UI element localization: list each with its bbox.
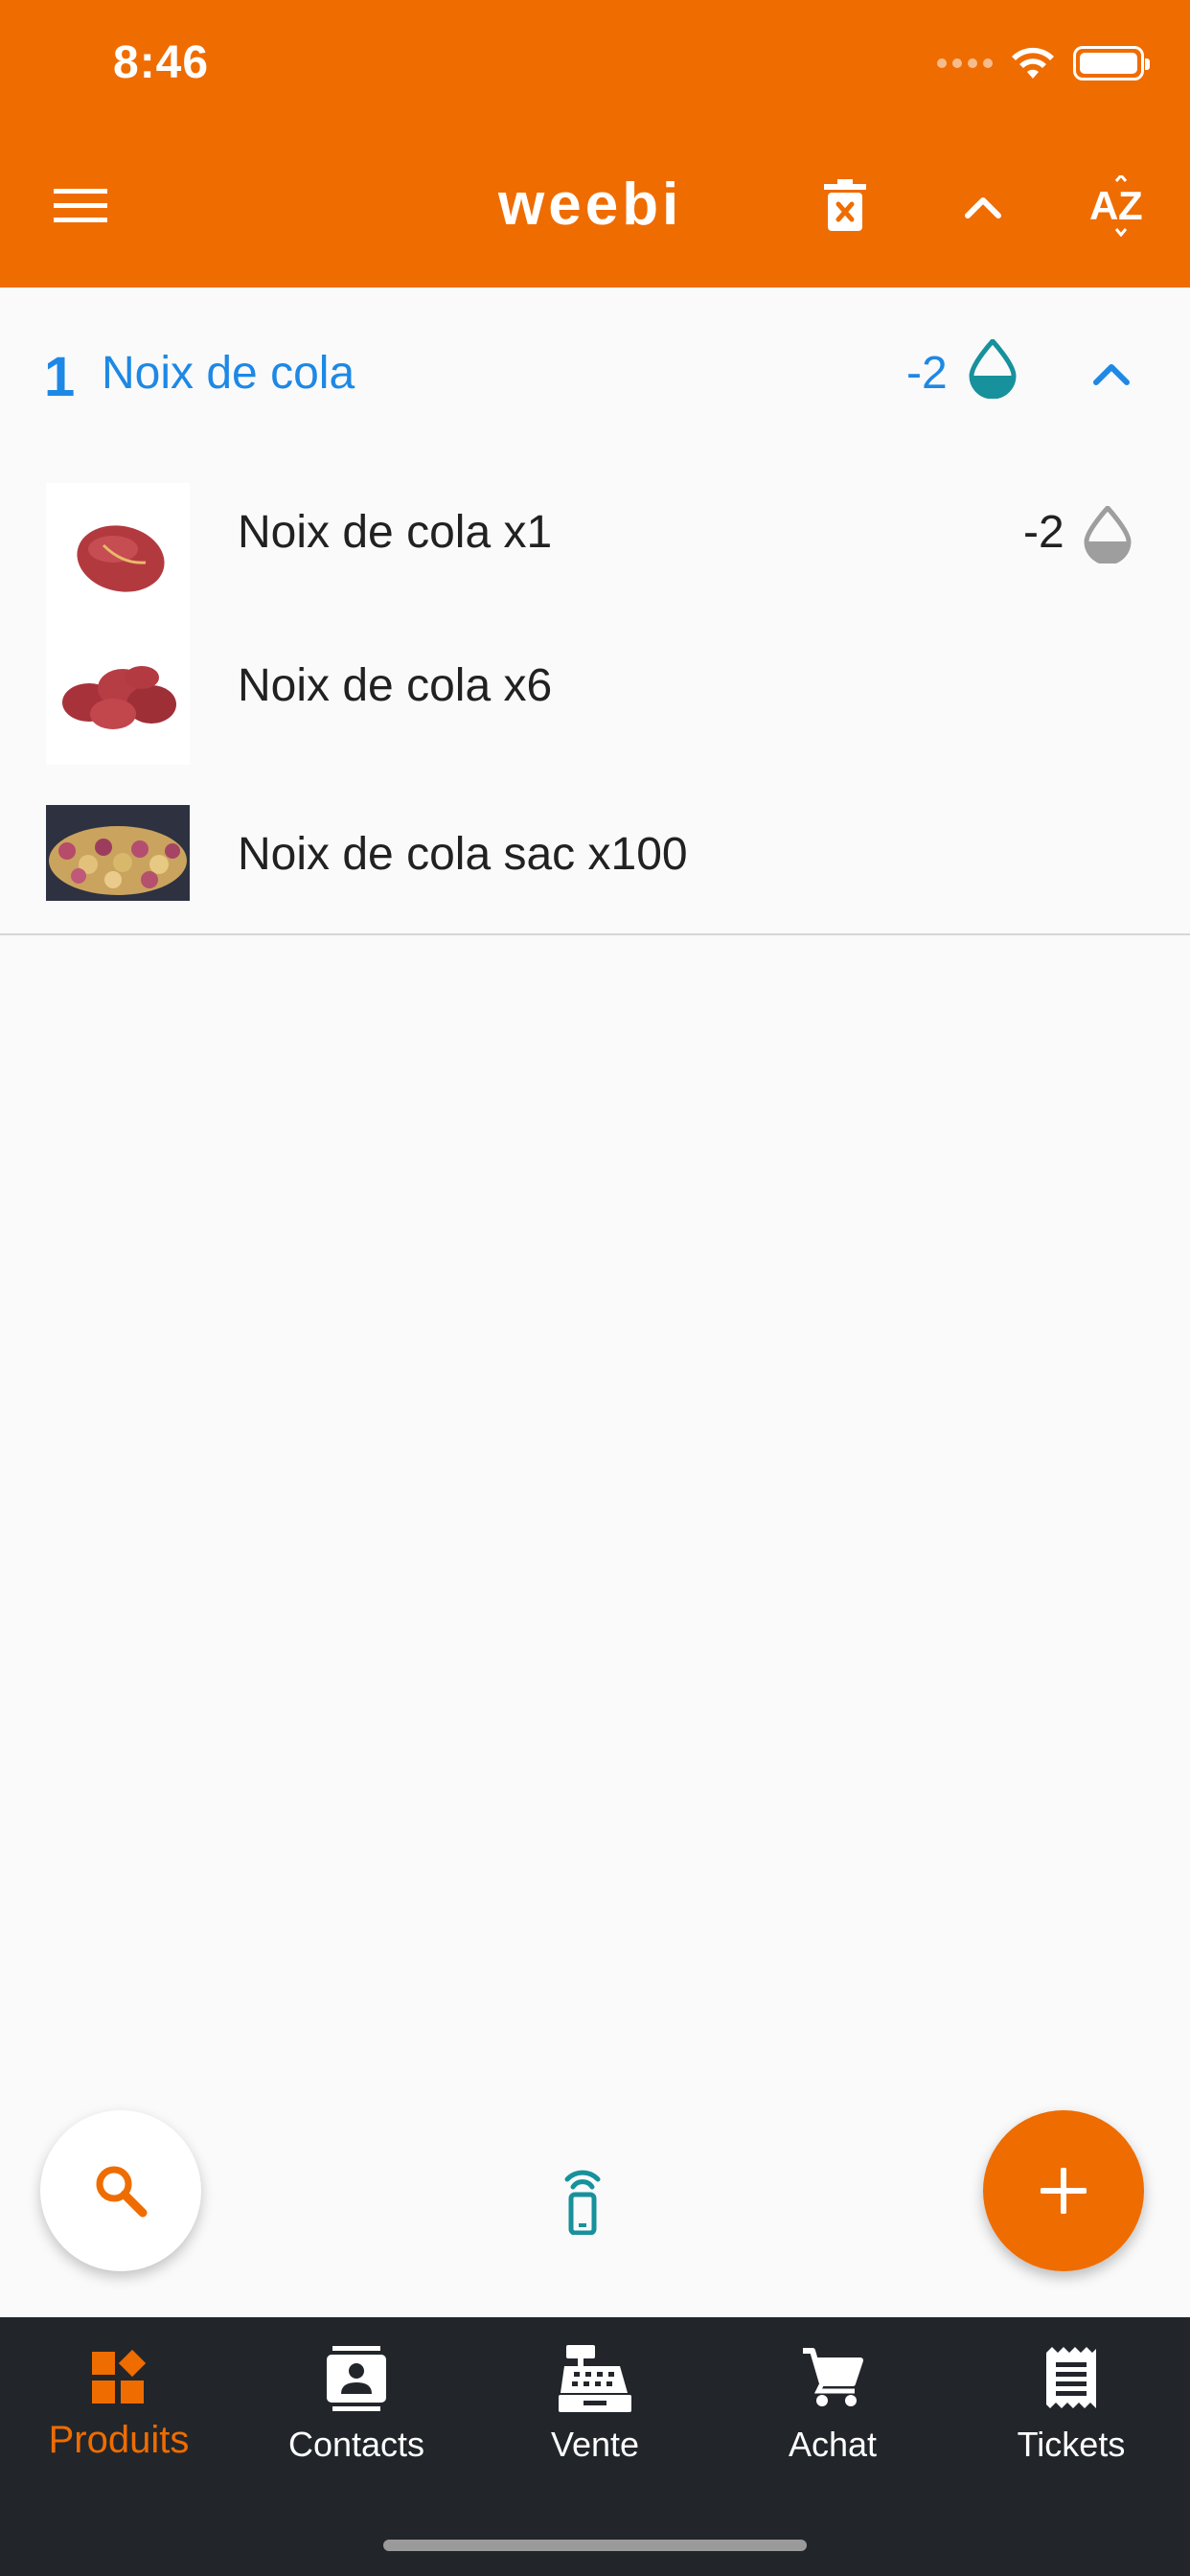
status-icons [937, 44, 1150, 82]
contacts-icon [320, 2344, 393, 2413]
product-name: Noix de cola x1 [238, 507, 553, 558]
plus-icon [1041, 2168, 1087, 2214]
bottom-navigation: Produits Contacts Vente Achat Tickets [0, 2317, 1190, 2576]
group-stock-value: -2 [906, 348, 948, 399]
collapse-group-icon[interactable] [1083, 345, 1140, 402]
remote-device-icon[interactable] [554, 2166, 611, 2235]
receipt-icon [1035, 2344, 1108, 2413]
product-name: Noix de cola sac x100 [238, 829, 688, 880]
home-indicator[interactable] [383, 2540, 807, 2551]
product-row[interactable]: Noix de cola x6 [0, 611, 1190, 772]
product-row[interactable]: Noix de cola sac x100 [0, 772, 1190, 933]
list-divider [0, 933, 1190, 935]
add-product-button[interactable] [983, 2110, 1144, 2271]
app-screen: 8:46 weebi A Z 1 Noix de cola -2 Noix de… [0, 0, 1190, 2576]
cellular-signal-icon [937, 58, 993, 68]
stock-drop-icon [969, 339, 1017, 399]
nav-item-produits[interactable]: Produits [0, 2344, 238, 2488]
nav-label: Tickets [1017, 2425, 1126, 2464]
menu-icon[interactable] [42, 168, 119, 244]
product-thumbnail [46, 805, 190, 901]
product-thumbnail [46, 483, 190, 627]
delete-icon[interactable] [807, 168, 883, 244]
status-time: 8:46 [113, 37, 210, 88]
group-title: Noix de cola [102, 348, 355, 399]
nav-label: Produits [48, 2419, 190, 2461]
product-group-header[interactable]: 1 Noix de cola -2 [0, 288, 1190, 450]
wifi-icon [1012, 47, 1054, 79]
nav-label: Achat [788, 2425, 878, 2464]
svg-text:A: A [1089, 183, 1118, 228]
cash-register-icon [559, 2344, 631, 2413]
product-row[interactable]: Noix de cola x1 -2 [0, 450, 1190, 627]
product-name: Noix de cola x6 [238, 660, 553, 711]
nav-item-vente[interactable]: Vente [476, 2344, 714, 2488]
group-index: 1 [44, 346, 76, 408]
app-title: weebi [498, 172, 683, 238]
products-icon [82, 2344, 155, 2413]
search-icon [96, 2166, 148, 2218]
collapse-all-icon[interactable] [945, 168, 1021, 244]
nav-item-contacts[interactable]: Contacts [238, 2344, 475, 2488]
product-stock-value: -2 [1023, 507, 1064, 558]
search-button[interactable] [40, 2110, 201, 2271]
stock-drop-icon [1084, 506, 1132, 564]
nav-label: Vente [550, 2425, 640, 2464]
battery-icon [1073, 46, 1150, 80]
product-thumbnail [46, 621, 190, 765]
app-bar: 8:46 weebi A Z [0, 0, 1190, 288]
nav-item-achat[interactable]: Achat [714, 2344, 951, 2488]
nav-item-tickets[interactable]: Tickets [952, 2344, 1190, 2488]
sort-az-icon[interactable]: A Z [1083, 168, 1159, 244]
cart-icon [796, 2344, 869, 2413]
nav-label: Contacts [287, 2425, 425, 2464]
svg-text:Z: Z [1118, 183, 1143, 228]
